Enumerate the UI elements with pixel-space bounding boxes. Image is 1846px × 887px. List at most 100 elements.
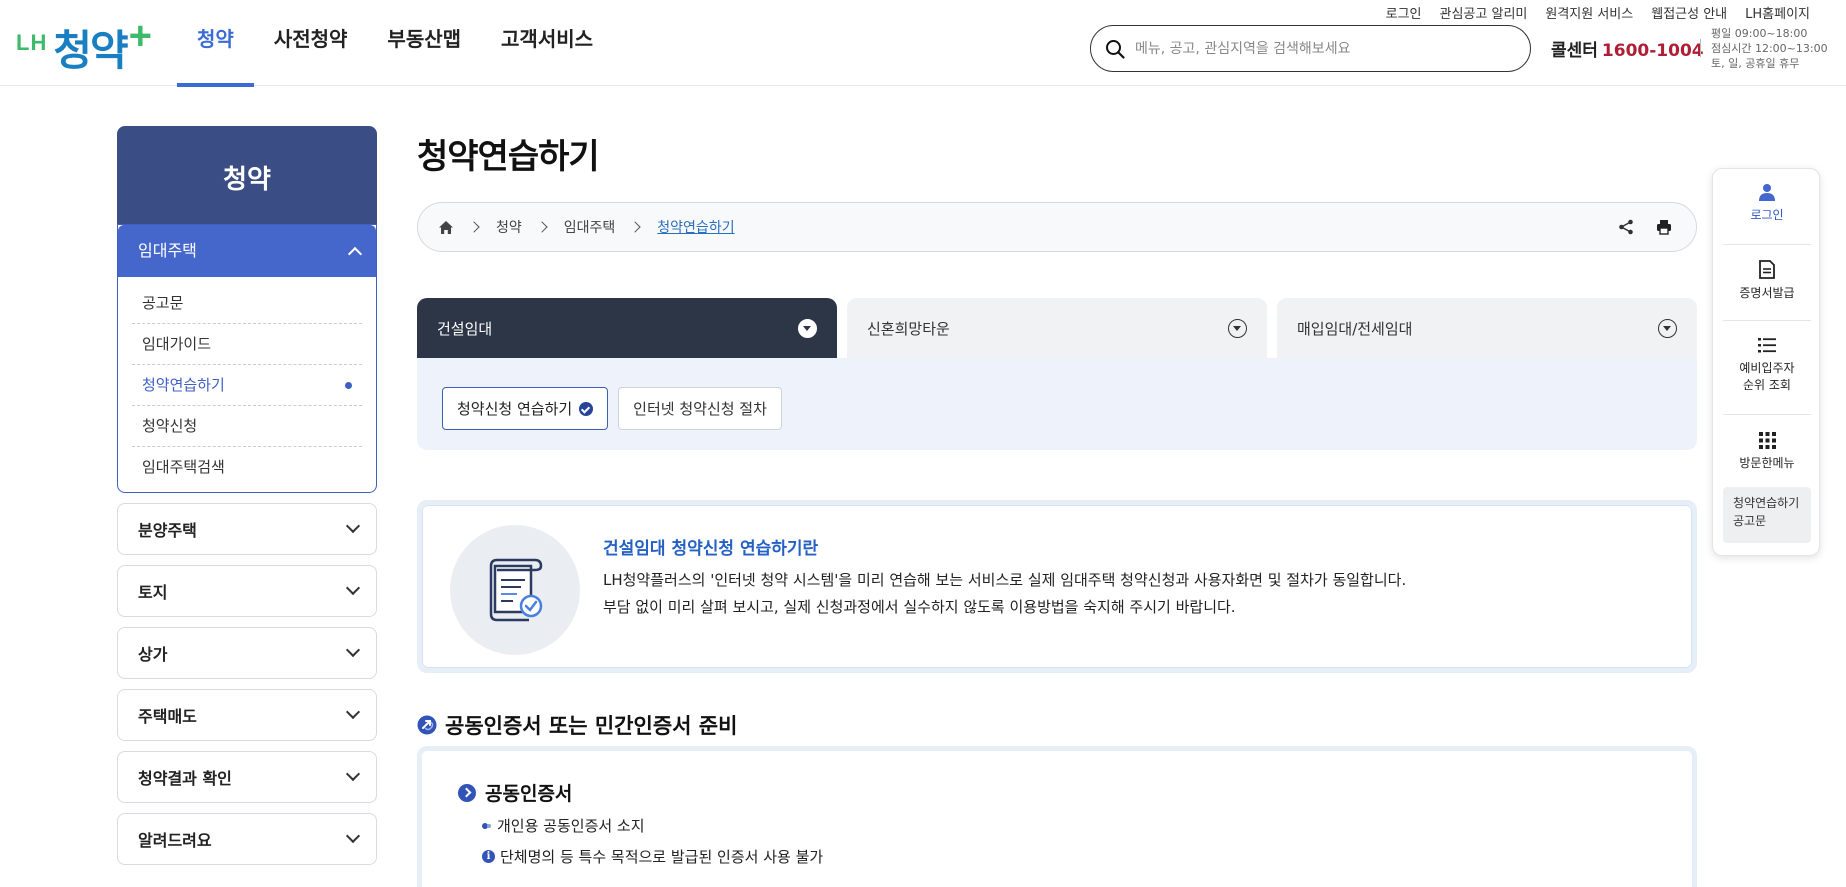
dropdown-circle-icon: [1658, 318, 1677, 338]
util-alert-link[interactable]: 관심공고 알리미: [1440, 3, 1528, 22]
quick-certificate-label: 증명서발급: [1739, 286, 1795, 300]
home-icon[interactable]: [438, 220, 454, 235]
breadcrumb-item[interactable]: 임대주택: [564, 217, 616, 237]
sidebar-group-label: 청약결과 확인: [138, 769, 232, 788]
section-title: 공동인증서 또는 민간인증서 준비: [417, 710, 737, 740]
hours-holiday: 토, 일, 공휴일 휴무: [1711, 57, 1800, 70]
sidebar-group-result[interactable]: 청약결과 확인: [117, 751, 377, 803]
gnb-item-customer-service[interactable]: 고객서비스: [481, 0, 613, 86]
quick-divider: [1723, 414, 1811, 415]
sidebar-group-land[interactable]: 토지: [117, 565, 377, 617]
sidebar-item-label: 청약신청: [142, 416, 198, 435]
sub-title: 공동인증서: [458, 779, 572, 806]
search-input[interactable]: [1135, 40, 1505, 57]
sidebar-item-practice[interactable]: 청약연습하기: [132, 365, 362, 406]
breadcrumb-tools: [1618, 219, 1672, 235]
chevron-right-icon: [468, 221, 480, 233]
sidebar-group-notice[interactable]: 알려드려요: [117, 813, 377, 865]
subtab-label: 청약신청 연습하기: [457, 400, 573, 418]
recent-line-2: 공고문: [1733, 514, 1767, 528]
list-icon: [1758, 338, 1776, 353]
sidebar-group-label: 주택매도: [138, 707, 197, 726]
gnb-item-subscription[interactable]: 청약: [177, 0, 254, 87]
sidebar-group-label: 분양주택: [138, 521, 197, 540]
quick-waitlist-rank[interactable]: 예비입주자 순위 조회: [1723, 337, 1811, 394]
bullet-item: 개인용 공동인증서 소지: [482, 815, 645, 836]
print-icon[interactable]: [1656, 219, 1672, 235]
sidebar-group-sale[interactable]: 분양주택: [117, 503, 377, 555]
sidebar-sub-list: 공고문 임대가이드 청약연습하기 청약신청 임대주택검색: [118, 277, 376, 492]
sidebar-item-rental-guide[interactable]: 임대가이드: [132, 324, 362, 365]
callcenter-hours: 평일 09:00~18:00 점심시간 12:00~13:00 토, 일, 공휴…: [1711, 26, 1828, 71]
sidebar-group-rental: 임대주택 공고문 임대가이드 청약연습하기 청약신청 임대주택검색: [117, 224, 377, 493]
sub-title-text: 공동인증서: [485, 783, 573, 805]
util-login-link[interactable]: 로그인: [1386, 3, 1422, 22]
subtab-label: 인터넷 청약신청 절차: [633, 400, 767, 418]
sidebar-group-store[interactable]: 상가: [117, 627, 377, 679]
breadcrumb: 청약 임대주택 청약연습하기: [417, 202, 1697, 252]
sidebar-item-label: 공고문: [142, 293, 184, 312]
sidebar: 청약 임대주택 공고문 임대가이드 청약연습하기 청약신청 임대주택검색 분양주…: [117, 126, 377, 865]
site-logo[interactable]: LH 청약 +: [16, 14, 152, 76]
intro-title: 건설임대 청약신청 연습하기란: [603, 539, 819, 559]
quick-visited-menu[interactable]: 방문한메뉴: [1723, 432, 1811, 472]
share-icon[interactable]: [1618, 219, 1634, 235]
sidebar-item-label: 임대주택검색: [142, 458, 225, 476]
chevron-down-icon: [345, 704, 361, 720]
global-nav: 청약 사전청약 부동산맵 고객서비스: [177, 0, 613, 87]
util-remote-support-link[interactable]: 원격지원 서비스: [1545, 3, 1633, 22]
grid-icon: [1758, 432, 1776, 449]
util-lh-home-link[interactable]: LH홈페이지: [1745, 3, 1810, 22]
callcenter-divider: [1700, 39, 1701, 57]
gnb-item-pre-subscription[interactable]: 사전청약: [254, 0, 368, 86]
check-circle-icon: [579, 401, 594, 416]
quick-divider: [1723, 320, 1811, 321]
callcenter: 콜센터 1600-1004: [1551, 36, 1704, 61]
tab-label: 매입임대/전세임대: [1297, 319, 1413, 338]
intro-text: LH청약플러스의 '인터넷 청약 시스템'을 미리 연습해 보는 서비스로 실제…: [603, 567, 1406, 621]
sidebar-item-apply[interactable]: 청약신청: [132, 406, 362, 447]
logo-plus: +: [128, 14, 152, 58]
sidebar-item-label: 임대가이드: [142, 334, 212, 353]
sidebar-group-label: 임대주택: [138, 241, 197, 260]
tab-label: 신혼희망타운: [867, 319, 950, 338]
certificate-box: 공동인증서 개인용 공동인증서 소지 i 단체명의 등 특수 목적으로 발급된 …: [417, 746, 1697, 887]
tab-construction-rental[interactable]: 건설임대: [417, 298, 837, 358]
quick-menu: 로그인 증명서발급 예비입주자 순위 조회 방문한메뉴 청약연습하기 공고문: [1712, 168, 1820, 556]
section-title-text: 공동인증서 또는 민간인증서 준비: [445, 714, 738, 738]
tab-purchase-rental[interactable]: 매입임대/전세임대: [1277, 298, 1697, 358]
sidebar-item-notice[interactable]: 공고문: [132, 283, 362, 324]
user-icon: [1759, 184, 1775, 201]
subtab-procedure[interactable]: 인터넷 청약신청 절차: [618, 387, 782, 430]
search-icon[interactable]: [1105, 39, 1125, 59]
page-title: 청약연습하기: [417, 137, 600, 177]
subtab-practice[interactable]: 청약신청 연습하기: [442, 387, 609, 430]
intro-inner: 건설임대 청약신청 연습하기란 LH청약플러스의 '인터넷 청약 시스템'을 미…: [422, 505, 1692, 668]
breadcrumb-current[interactable]: 청약연습하기: [657, 217, 734, 237]
breadcrumb-item[interactable]: 청약: [496, 217, 522, 237]
header: LH 청약 + 청약 사전청약 부동산맵 고객서비스 로그인 관심공고 알리미 …: [0, 0, 1846, 87]
hours-weekday: 평일 09:00~18:00: [1711, 27, 1808, 40]
bullet-dot-icon: [482, 822, 492, 829]
quick-login[interactable]: 로그인: [1723, 183, 1811, 224]
chevron-right-icon: [536, 221, 548, 233]
quick-waitlist-label-2: 순위 조회: [1743, 378, 1791, 392]
util-accessibility-link[interactable]: 웹접근성 안내: [1651, 3, 1727, 22]
link-circle-icon: [417, 715, 437, 735]
quick-recent-item[interactable]: 청약연습하기 공고문: [1723, 487, 1811, 543]
intro-line-1: LH청약플러스의 '인터넷 청약 시스템'을 미리 연습해 보는 서비스로 실제…: [603, 571, 1407, 589]
chevron-down-icon: [345, 766, 361, 782]
sidebar-group-house-sale[interactable]: 주택매도: [117, 689, 377, 741]
sidebar-item-rental-search[interactable]: 임대주택검색: [132, 447, 362, 488]
sidebar-group-rental-header[interactable]: 임대주택: [118, 225, 376, 277]
gnb-item-real-estate-map[interactable]: 부동산맵: [367, 0, 481, 86]
tab-newlywed-town[interactable]: 신혼희망타운: [847, 298, 1267, 358]
document-check-icon: [489, 558, 543, 622]
intro-box: 건설임대 청약신청 연습하기란 LH청약플러스의 '인터넷 청약 시스템'을 미…: [417, 500, 1697, 673]
bullet-item-text: 개인용 공동인증서 소지: [497, 817, 645, 835]
chevron-down-icon: [345, 828, 361, 844]
quick-certificate[interactable]: 증명서발급: [1723, 260, 1811, 302]
sidebar-group-label: 알려드려요: [138, 831, 212, 850]
chevron-down-icon: [345, 580, 361, 596]
info-item-text: 단체명의 등 특수 목적으로 발급된 인증서 사용 불가: [500, 848, 824, 866]
